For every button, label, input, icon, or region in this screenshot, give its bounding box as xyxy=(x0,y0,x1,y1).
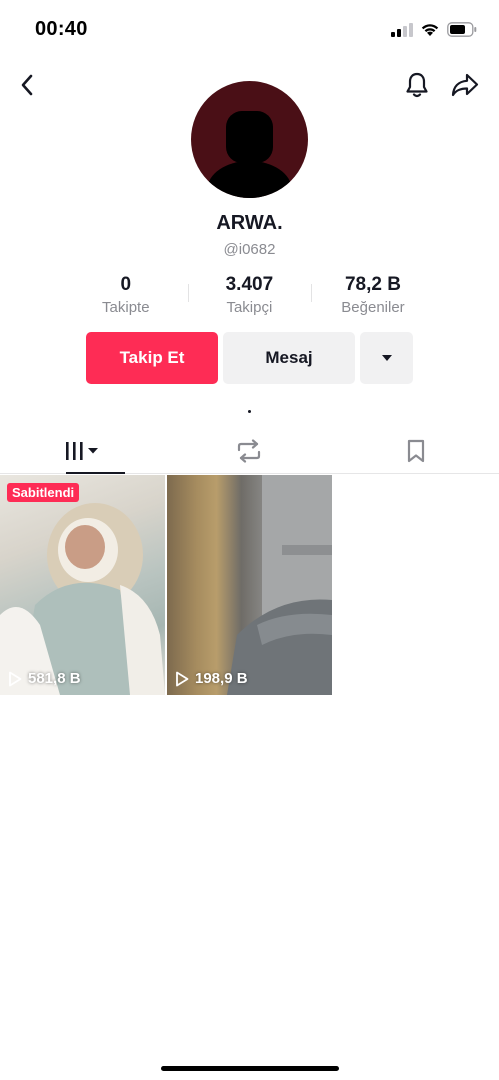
chevron-left-icon xyxy=(21,74,33,96)
bell-icon xyxy=(406,72,428,98)
home-indicator[interactable] xyxy=(161,1066,339,1071)
stat-likes[interactable]: 78,2 B Beğeniler xyxy=(311,274,435,318)
battery-icon xyxy=(447,22,477,37)
wifi-icon xyxy=(421,24,439,36)
status-time: 00:40 xyxy=(35,18,88,40)
share-button[interactable] xyxy=(448,68,482,102)
tab-bookmarks[interactable] xyxy=(333,428,499,473)
stat-value: 78,2 B xyxy=(344,274,401,295)
message-button[interactable]: Mesaj xyxy=(223,332,355,384)
profile-username: ARWA. xyxy=(216,212,283,234)
stat-value: 3.407 xyxy=(225,274,274,295)
notifications-button[interactable] xyxy=(400,68,434,102)
repost-icon xyxy=(238,438,261,463)
pinned-badge: Sabitlendi xyxy=(7,483,80,502)
tab-active-indicator xyxy=(66,472,125,474)
stat-label: Beğeniler xyxy=(341,299,405,316)
suggested-accounts-button[interactable] xyxy=(360,332,413,384)
profile-stats: 0 Takipte 3.407 Takipçi 78,2 B Beğeniler xyxy=(64,274,435,318)
profile-tabs xyxy=(0,428,499,474)
profile-handle: @i0682 xyxy=(223,241,276,258)
stat-value: 0 xyxy=(120,274,132,295)
back-button[interactable] xyxy=(10,68,44,102)
status-bar: 00:40 xyxy=(0,0,499,60)
video-views: 581,8 B xyxy=(8,670,81,687)
default-avatar-icon xyxy=(207,111,292,198)
share-arrow-icon xyxy=(451,73,479,97)
stat-label: Takipçi xyxy=(226,299,273,316)
tab-videos[interactable] xyxy=(0,428,166,474)
play-icon xyxy=(9,671,22,686)
follow-button[interactable]: Takip Et xyxy=(86,332,218,384)
baby-thumbnail-image xyxy=(0,503,165,695)
status-icons xyxy=(391,22,477,37)
video-views: 198,9 B xyxy=(175,670,248,687)
stat-label: Takipte xyxy=(102,299,150,316)
bookmark-icon xyxy=(407,439,424,462)
video-thumbnail[interactable]: 198,9 B xyxy=(167,475,332,695)
grid-icon xyxy=(66,441,99,460)
video-grid: Sabitlendi 581,8 B 198,9 B xyxy=(0,475,499,695)
avatar[interactable] xyxy=(191,81,308,198)
caret-down-icon xyxy=(381,355,392,361)
play-icon xyxy=(176,671,189,686)
tab-reposts[interactable] xyxy=(166,428,332,473)
room-thumbnail-image xyxy=(227,475,332,695)
video-view-count: 198,9 B xyxy=(195,670,248,687)
video-view-count: 581,8 B xyxy=(28,670,81,687)
bio-dot xyxy=(248,410,251,413)
stat-followers[interactable]: 3.407 Takipçi xyxy=(187,274,312,318)
signal-icon xyxy=(391,22,413,37)
video-thumbnail[interactable]: Sabitlendi 581,8 B xyxy=(0,475,165,695)
stat-following[interactable]: 0 Takipte xyxy=(64,274,188,318)
